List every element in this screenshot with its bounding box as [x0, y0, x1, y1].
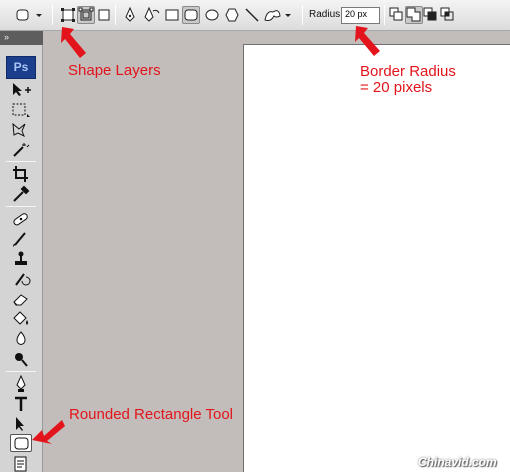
- custom-shape-icon[interactable]: [262, 6, 291, 24]
- combine-mode-new-icon[interactable]: [388, 6, 406, 24]
- border-radius-annotation: Border Radius: [360, 63, 456, 80]
- separator: [52, 5, 53, 25]
- dodge-tool-icon[interactable]: [10, 350, 32, 368]
- radius-label: Radius:: [309, 9, 343, 20]
- tools-panel-header[interactable]: »: [0, 31, 43, 45]
- healing-brush-tool-icon[interactable]: [10, 210, 32, 228]
- move-tool-icon[interactable]: [10, 81, 32, 99]
- line-shape-icon[interactable]: [243, 6, 261, 24]
- eraser-tool-icon[interactable]: [10, 290, 32, 308]
- paint-bucket-tool-icon[interactable]: [10, 310, 32, 328]
- pen-tool-panel-icon[interactable]: [10, 375, 32, 393]
- freeform-pen-tool-icon[interactable]: [141, 6, 160, 24]
- crop-tool-icon[interactable]: [10, 165, 32, 183]
- polygon-shape-icon[interactable]: [223, 6, 241, 24]
- separator: [115, 5, 116, 25]
- lasso-tool-icon[interactable]: [10, 121, 32, 139]
- shape-layers-button[interactable]: [59, 6, 77, 24]
- rounded-rectangle-shape-icon[interactable]: [182, 6, 200, 24]
- tool-separator: [6, 206, 36, 207]
- arrow-down-left-icon: [32, 420, 65, 444]
- ellipse-shape-icon[interactable]: [203, 6, 221, 24]
- paths-button[interactable]: [77, 6, 95, 24]
- combine-mode-add-icon[interactable]: [405, 6, 423, 24]
- shape-layers-annotation: Shape Layers: [68, 62, 161, 79]
- eyedropper-tool-icon[interactable]: [10, 185, 32, 203]
- border-radius-value-annotation: = 20 pixels: [360, 79, 433, 96]
- tool-separator: [6, 371, 36, 372]
- tool-preset-picker[interactable]: [14, 6, 42, 24]
- watermark: Chinavid.com: [418, 455, 497, 469]
- rounded-rectangle-tool-annotation: Rounded Rectangle Tool: [69, 406, 234, 423]
- tools-panel: » Ps: [0, 31, 43, 472]
- magic-wand-tool-icon[interactable]: [10, 141, 32, 159]
- arrow-up-left-icon: [355, 26, 380, 56]
- combine-mode-subtract-icon[interactable]: [422, 6, 440, 24]
- separator: [384, 5, 385, 25]
- photoshop-logo[interactable]: Ps: [6, 56, 36, 79]
- screenshot: Radius: 20 px » Ps Shape Layers Border R…: [0, 0, 510, 472]
- blur-tool-icon[interactable]: [10, 330, 32, 348]
- radius-input[interactable]: 20 px: [341, 7, 380, 24]
- pen-tool-icon[interactable]: [121, 6, 139, 24]
- clone-stamp-tool-icon[interactable]: [10, 250, 32, 268]
- path-selection-tool-icon[interactable]: [10, 415, 32, 433]
- rounded-rectangle-tool-icon[interactable]: [10, 434, 32, 452]
- fill-pixels-button[interactable]: [95, 6, 113, 24]
- arrow-up-left-icon: [61, 27, 86, 58]
- tool-separator: [6, 161, 36, 162]
- marquee-tool-icon[interactable]: [10, 101, 32, 119]
- notes-tool-icon[interactable]: [10, 455, 32, 472]
- rectangle-shape-icon[interactable]: [163, 6, 181, 24]
- document-canvas[interactable]: [243, 44, 510, 472]
- combine-mode-intersect-icon[interactable]: [439, 6, 457, 24]
- history-brush-tool-icon[interactable]: [10, 270, 32, 288]
- type-tool-icon[interactable]: [10, 395, 32, 413]
- collapse-panel-icon[interactable]: »: [4, 32, 9, 42]
- separator: [302, 5, 303, 25]
- brush-tool-icon[interactable]: [10, 230, 32, 248]
